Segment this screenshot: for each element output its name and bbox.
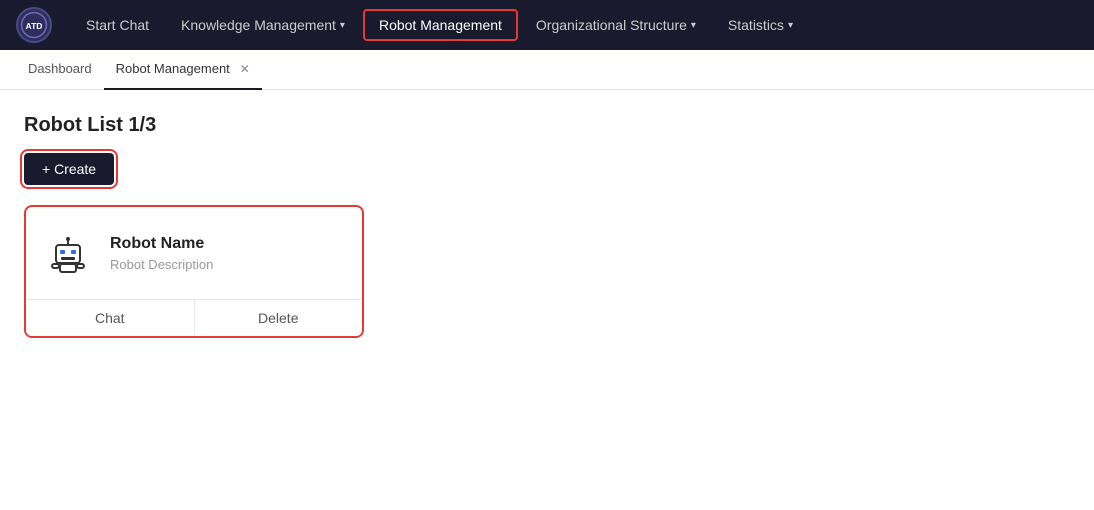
nav-start-chat[interactable]: Start Chat [72, 11, 163, 39]
logo: ATD [16, 7, 52, 43]
nav-organizational-structure[interactable]: Organizational Structure ▾ [522, 11, 710, 39]
tab-dashboard[interactable]: Dashboard [16, 50, 104, 90]
page-title: Robot List 1/3 [24, 114, 1070, 137]
chevron-down-icon: ▾ [788, 20, 793, 31]
navbar: ATD Start Chat Knowledge Management ▾ Ro… [0, 0, 1094, 50]
robot-name: Robot Name [110, 235, 213, 253]
tab-robot-management[interactable]: Robot Management ✕ [104, 50, 262, 90]
svg-text:ATD: ATD [26, 21, 43, 31]
nav-robot-management[interactable]: Robot Management [363, 9, 518, 41]
tab-close-icon[interactable]: ✕ [240, 62, 250, 76]
logo-icon: ATD [16, 7, 52, 43]
chevron-down-icon: ▾ [691, 20, 696, 31]
nav-knowledge-management-label: Knowledge Management [181, 17, 336, 33]
robot-card-actions: Chat Delete [26, 299, 362, 336]
create-robot-button[interactable]: + Create [24, 153, 114, 185]
main-content: Robot List 1/3 + Create [0, 90, 1094, 510]
nav-statistics[interactable]: Statistics ▾ [714, 11, 807, 39]
robot-icon [42, 227, 94, 279]
chevron-down-icon: ▾ [340, 20, 345, 31]
nav-start-chat-label: Start Chat [86, 17, 149, 33]
robot-card: Robot Name Robot Description Chat Delete [24, 205, 364, 338]
robot-delete-button[interactable]: Delete [195, 300, 363, 336]
tab-bar: Dashboard Robot Management ✕ [0, 50, 1094, 90]
nav-statistics-label: Statistics [728, 17, 784, 33]
tab-robot-management-label: Robot Management [116, 61, 230, 76]
robot-chat-button[interactable]: Chat [26, 300, 195, 336]
tab-dashboard-label: Dashboard [28, 61, 92, 76]
nav-knowledge-management[interactable]: Knowledge Management ▾ [167, 11, 359, 39]
robot-description: Robot Description [110, 257, 213, 272]
robot-info: Robot Name Robot Description [110, 235, 213, 272]
nav-organizational-structure-label: Organizational Structure [536, 17, 687, 33]
nav-robot-management-label: Robot Management [379, 17, 502, 33]
robot-card-body: Robot Name Robot Description [26, 207, 362, 299]
